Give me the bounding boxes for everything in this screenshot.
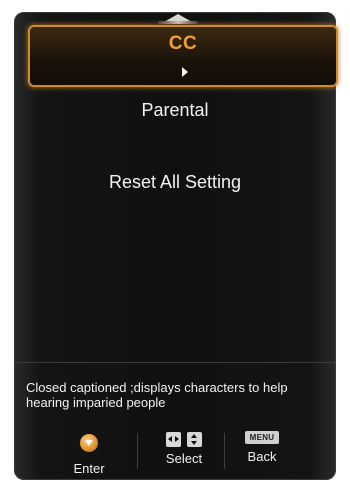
back-button[interactable]: MENU Back [217,425,307,464]
left-right-icon [165,432,181,448]
menu-item-cc[interactable]: CC [28,25,338,87]
help-text: Closed captioned ;displays characters to… [26,380,288,410]
select-label: Select [165,451,203,466]
footer-separator [137,433,138,469]
menu-key-icon: MENU [244,431,280,444]
select-button[interactable]: Select [139,425,229,466]
enter-icon [80,434,98,452]
menu-item-reset-all-setting[interactable]: Reset All Setting [0,172,350,193]
right-arrow-icon [182,67,188,77]
enter-label: Enter [73,461,105,476]
back-label: Back [247,449,277,464]
up-down-icon [187,432,203,448]
footer-bar: Enter Select MENU Back [14,425,336,480]
menu-item-cc-label: CC [168,33,198,54]
help-divider [14,362,336,363]
enter-button[interactable]: Enter [44,425,134,476]
menu-item-parental[interactable]: Parental [0,100,350,121]
scroll-up-bar [158,21,198,24]
